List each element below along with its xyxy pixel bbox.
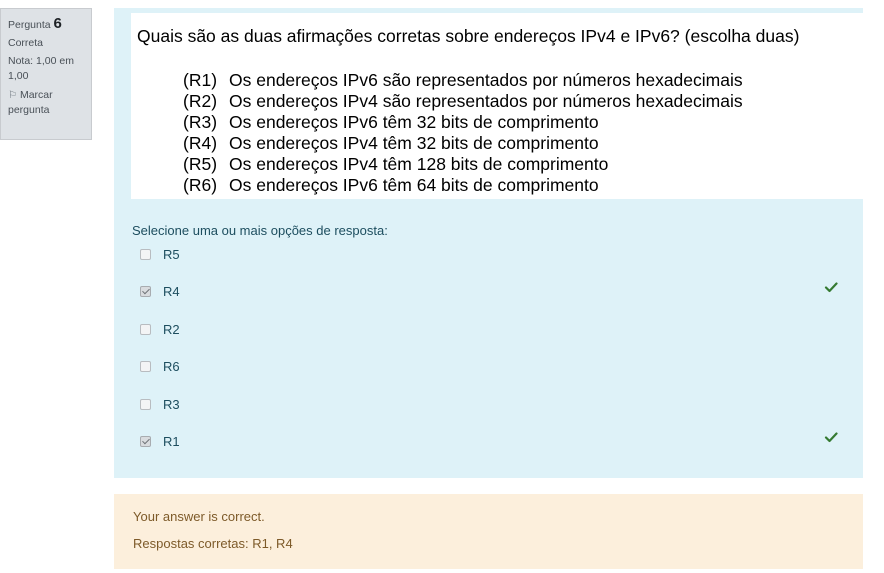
answer-label: R4 bbox=[163, 283, 180, 299]
statement-list: (R1) Os endereços IPv6 são representados … bbox=[183, 70, 743, 196]
statement-text: Os endereços IPv4 são representados por … bbox=[229, 91, 743, 111]
statement-item: (R3) Os endereços IPv6 têm 32 bits de com… bbox=[183, 112, 743, 133]
statement-code: (R5) bbox=[183, 154, 218, 174]
statement-text: Os endereços IPv6 são representados por … bbox=[229, 70, 743, 90]
question-state: Correta bbox=[8, 37, 44, 49]
question-number-heading: Pergunta 6 bbox=[8, 16, 84, 33]
statement-text: Os endereços IPv4 têm 32 bits de comprim… bbox=[229, 133, 599, 153]
question-title: Quais são as duas afirmações corretas so… bbox=[137, 26, 800, 46]
question-text-image: Quais são as duas afirmações corretas so… bbox=[131, 13, 863, 199]
answer-checkbox[interactable] bbox=[140, 360, 151, 372]
flag-icon: ⚐ bbox=[8, 90, 17, 101]
answer-label: R2 bbox=[163, 321, 180, 337]
answer-checkbox[interactable] bbox=[140, 323, 151, 335]
statement-item: (R6) Os endereços IPv6 têm 64 bits de com… bbox=[183, 175, 743, 196]
answer-checkbox[interactable] bbox=[140, 285, 151, 297]
answer-label: R3 bbox=[163, 396, 180, 412]
answer-label: R1 bbox=[163, 433, 180, 449]
answer-option-r5[interactable]: R5 bbox=[140, 244, 180, 264]
question-info-panel: Pergunta 6 Correta Nota: 1,00 em 1,00 ⚐ M… bbox=[0, 8, 92, 140]
correct-answers-text: Respostas corretas: R1, R4 bbox=[133, 536, 293, 551]
statement-code: (R2) bbox=[183, 91, 218, 111]
statement-item: (R2) Os endereços IPv4 são representados … bbox=[183, 91, 743, 112]
feedback-box: Your answer is correct. Respostas corret… bbox=[114, 494, 863, 569]
answer-option-r1[interactable]: R1 bbox=[140, 431, 180, 451]
statement-code: (R4) bbox=[183, 133, 218, 153]
statement-code: (R1) bbox=[183, 70, 218, 90]
answer-option-r4[interactable]: R4 bbox=[140, 281, 180, 301]
answer-label: R5 bbox=[163, 246, 180, 262]
correct-check-icon bbox=[824, 282, 838, 293]
answer-option-r3[interactable]: R3 bbox=[140, 394, 180, 414]
question-formulation: Quais são as duas afirmações corretas so… bbox=[114, 8, 863, 478]
statement-code: (R3) bbox=[183, 112, 218, 132]
flag-question-link[interactable]: ⚐ Marcar pergunta bbox=[8, 88, 84, 118]
answer-checkbox[interactable] bbox=[140, 435, 151, 447]
answer-checkbox[interactable] bbox=[140, 248, 151, 260]
statement-item: (R5) Os endereços IPv4 têm 128 bits de co… bbox=[183, 154, 743, 175]
statement-code: (R6) bbox=[183, 175, 218, 195]
answer-option-r2[interactable]: R2 bbox=[140, 319, 180, 339]
statement-item: (R1) Os endereços IPv6 são representados … bbox=[183, 70, 743, 91]
answer-checkbox[interactable] bbox=[140, 398, 151, 410]
feedback-message: Your answer is correct. bbox=[133, 509, 265, 524]
correct-check-icon bbox=[824, 432, 838, 443]
answer-option-r6[interactable]: R6 bbox=[140, 356, 180, 376]
answer-label: R6 bbox=[163, 358, 180, 374]
statement-text: Os endereços IPv6 têm 32 bits de comprim… bbox=[229, 112, 599, 132]
question-label: Pergunta bbox=[8, 19, 51, 31]
question-number: 6 bbox=[53, 15, 62, 32]
statement-text: Os endereços IPv4 têm 128 bits de compri… bbox=[229, 154, 609, 174]
question-grade: Nota: 1,00 em 1,00 bbox=[8, 55, 74, 82]
statement-item: (R4) Os endereços IPv4 têm 32 bits de com… bbox=[183, 133, 743, 154]
statement-text: Os endereços IPv6 têm 64 bits de comprim… bbox=[229, 175, 599, 195]
answer-prompt: Selecione uma ou mais opções de resposta… bbox=[132, 223, 388, 238]
